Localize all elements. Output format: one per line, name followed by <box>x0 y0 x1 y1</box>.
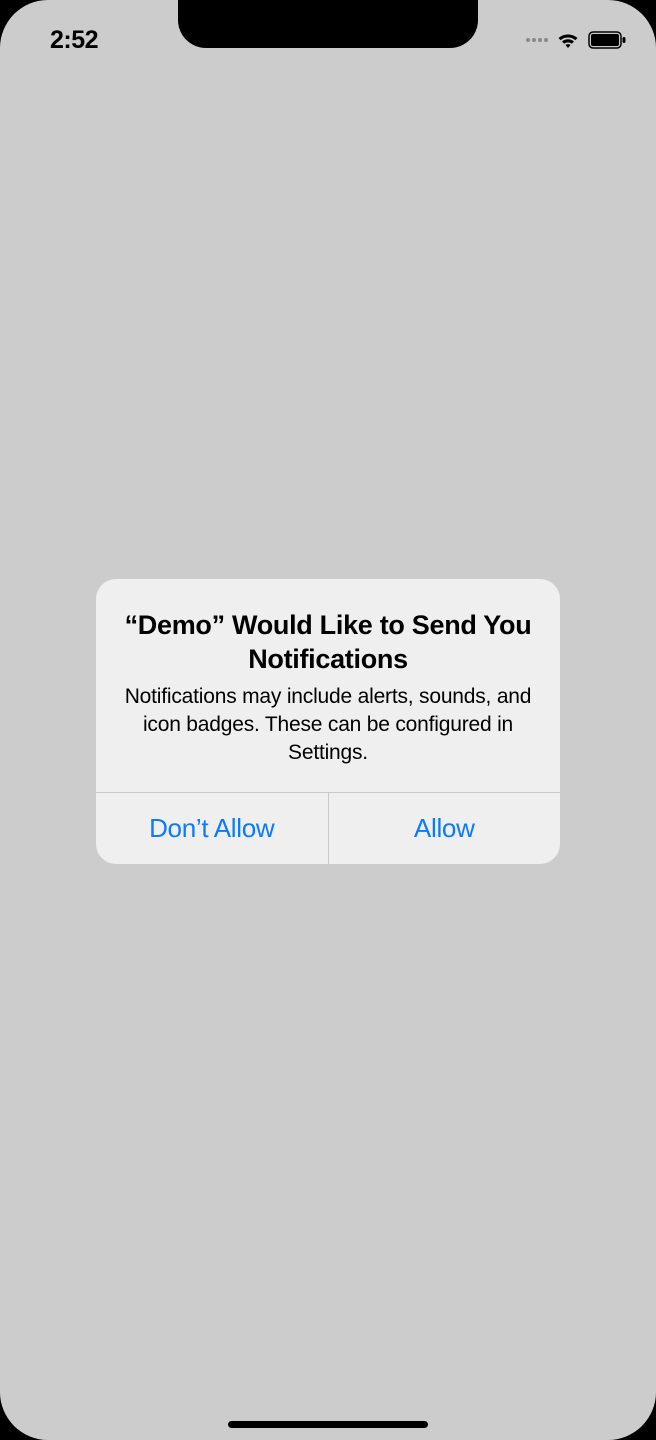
status-right-icons <box>526 30 628 50</box>
device-notch <box>178 0 478 48</box>
alert-message: Notifications may include alerts, sounds… <box>120 683 536 768</box>
alert-buttons-row: Don’t Allow Allow <box>96 792 560 864</box>
home-indicator[interactable] <box>228 1421 428 1428</box>
dont-allow-button[interactable]: Don’t Allow <box>96 793 329 864</box>
battery-icon <box>588 30 628 50</box>
device-screen: 2:52 “Demo” <box>0 0 656 1440</box>
signal-dots-icon <box>526 38 548 42</box>
alert-title: “Demo” Would Like to Send You Notificati… <box>120 609 536 677</box>
allow-button[interactable]: Allow <box>329 793 561 864</box>
alert-content: “Demo” Would Like to Send You Notificati… <box>96 579 560 792</box>
status-time: 2:52 <box>50 26 98 55</box>
wifi-icon <box>556 30 580 50</box>
notification-permission-alert: “Demo” Would Like to Send You Notificati… <box>96 579 560 864</box>
